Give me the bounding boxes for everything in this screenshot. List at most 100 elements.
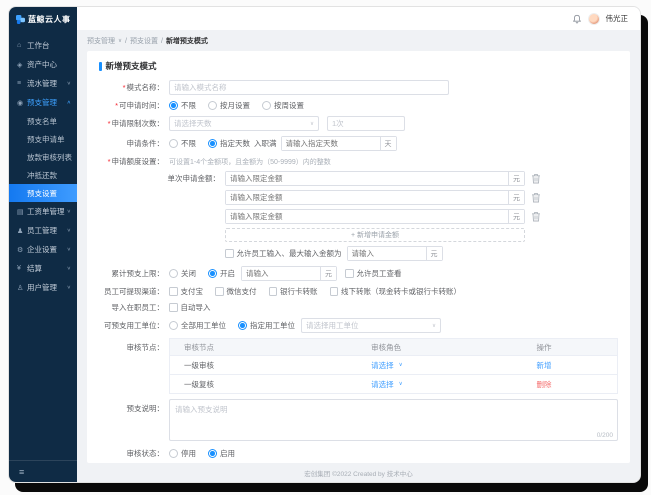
radio-icon[interactable] xyxy=(169,321,178,330)
channel-alipay-checkbox[interactable]: 支付宝 xyxy=(169,286,203,297)
radio-no-limit[interactable]: 不限 xyxy=(169,100,196,111)
notification-bell-icon[interactable] xyxy=(572,14,582,24)
radio-icon[interactable] xyxy=(208,101,217,110)
radio-icon[interactable] xyxy=(169,101,178,110)
radio-icon[interactable] xyxy=(208,449,217,458)
work-unit-select[interactable]: 请选择用工单位 ∨ xyxy=(301,318,441,333)
checkbox-icon[interactable] xyxy=(169,303,178,312)
sidebar-item-user-management[interactable]: ♙ 用户管理 ∨ xyxy=(9,278,77,297)
asset-icon: ◈ xyxy=(17,61,23,69)
channel-offline-checkbox[interactable]: 线下转账（现金转卡或银行卡转账） xyxy=(329,286,461,297)
breadcrumb-item[interactable]: 预支设置 xyxy=(130,36,158,46)
advance-note-textarea[interactable] xyxy=(169,399,618,441)
settlement-icon: ¥ xyxy=(17,265,21,272)
checkbox-icon[interactable] xyxy=(215,287,224,296)
checkbox-icon[interactable] xyxy=(225,249,234,258)
sidebar-item-payslip-management[interactable]: ▤ 工资单管理 ∨ xyxy=(9,202,77,221)
username[interactable]: 伟光正 xyxy=(606,13,629,24)
specified-days-input[interactable] xyxy=(281,137,380,150)
role-select[interactable]: 请选择 ∨ xyxy=(371,360,403,371)
channel-bankcard-checkbox[interactable]: 银行卡转账 xyxy=(268,286,318,297)
sidebar-footer: ≡ xyxy=(9,460,77,482)
channel-wechat-checkbox[interactable]: 微信支付 xyxy=(215,286,257,297)
sidebar-menu: ⌂ 工作台 ◈ 资产中心 ≡ 流水管理 ∨ ◉ 预支管理 ∧ 预支名单 预支申请… xyxy=(9,32,77,460)
delete-amount-button[interactable] xyxy=(531,192,541,203)
checkbox-icon[interactable] xyxy=(345,269,354,278)
max-amount-input[interactable] xyxy=(347,247,426,260)
delete-amount-button[interactable] xyxy=(531,211,541,222)
chevron-up-icon: ∧ xyxy=(66,100,71,106)
amount-input-group: 元 xyxy=(225,171,525,186)
add-amount-button[interactable]: + 新增申请金额 xyxy=(225,228,525,242)
amount-input-1[interactable] xyxy=(226,172,508,185)
sidebar-subitem-advance-application[interactable]: 预支申请单 xyxy=(9,130,77,148)
whale-logo-icon xyxy=(16,15,25,24)
radio-off[interactable]: 关闭 xyxy=(169,268,196,279)
radio-icon[interactable] xyxy=(208,269,217,278)
days-select[interactable]: 请选择天数 ∨ xyxy=(169,116,319,131)
sidebar-item-label: 员工管理 xyxy=(27,226,57,235)
delete-node-link[interactable]: 删除 xyxy=(537,380,552,389)
sidebar-subitem-label: 预支设置 xyxy=(27,188,57,198)
user-icon: ♙ xyxy=(17,284,24,292)
field-label: 导入在职员工： xyxy=(111,303,165,312)
radio-icon[interactable] xyxy=(169,449,178,458)
radio-on[interactable]: 开启 xyxy=(208,268,235,279)
delete-amount-button[interactable] xyxy=(531,173,541,184)
form-row-approval-nodes: 审核节点： 审核节点 审核角色 操作 一级审核 请选择 ∨ 新增 一级复核 请选… xyxy=(99,338,618,394)
radio-icon[interactable] xyxy=(169,139,178,148)
radio-no-limit[interactable]: 不限 xyxy=(169,138,196,149)
sidebar-subitem-advance-settings[interactable]: 预支设置 xyxy=(9,184,77,202)
allow-employee-input-checkbox[interactable]: 允许员工输入、最大输入金额为 xyxy=(225,248,342,259)
count-input[interactable] xyxy=(327,116,405,131)
breadcrumb-item[interactable]: 预支管理 xyxy=(87,36,115,46)
sidebar-subitem-loan-review-list[interactable]: 放款审核列表 xyxy=(9,148,77,166)
logo[interactable]: 蓝鲸云人事 xyxy=(9,7,77,32)
radio-monthly[interactable]: 按月设置 xyxy=(208,100,250,111)
sidebar-item-settlement[interactable]: ¥ 结算 ∨ xyxy=(9,259,77,278)
amount-input-group: 元 xyxy=(225,209,525,224)
cumulative-limit-input[interactable] xyxy=(242,267,320,280)
sidebar-item-employee-management[interactable]: ♟ 员工管理 ∨ xyxy=(9,221,77,240)
mode-name-input[interactable] xyxy=(169,80,449,95)
role-select[interactable]: 请选择 ∨ xyxy=(371,379,403,390)
radio-icon[interactable] xyxy=(238,321,247,330)
radio-icon[interactable] xyxy=(262,101,271,110)
radio-enabled[interactable]: 启用 xyxy=(208,448,235,459)
advance-icon: ◉ xyxy=(17,99,24,107)
avatar[interactable] xyxy=(587,12,600,25)
sidebar-item-advance-management[interactable]: ◉ 预支管理 ∧ xyxy=(9,93,77,112)
sidebar-subitem-offset-repayment[interactable]: 冲抵还款 xyxy=(9,166,77,184)
breadcrumb-separator: / xyxy=(125,37,127,45)
radio-specified-units[interactable]: 指定用工单位 xyxy=(238,320,295,331)
radio-icon[interactable] xyxy=(169,269,178,278)
radio-weekly[interactable]: 按周设置 xyxy=(262,100,304,111)
flow-icon: ≡ xyxy=(17,80,22,87)
card-title: 新增预支模式 xyxy=(99,60,618,72)
collapse-menu-icon[interactable]: ≡ xyxy=(19,467,24,477)
breadcrumb-current: 新增预支模式 xyxy=(165,38,208,45)
radio-icon[interactable] xyxy=(208,139,217,148)
checkbox-icon[interactable] xyxy=(329,287,338,296)
sidebar-item-asset-center[interactable]: ◈ 资产中心 xyxy=(9,55,77,74)
radio-specified-days[interactable]: 指定天数 xyxy=(208,138,250,149)
field-label: 审核节点： xyxy=(126,343,165,352)
allow-view-checkbox[interactable]: 允许员工查看 xyxy=(345,268,402,279)
sidebar-item-flow-management[interactable]: ≡ 流水管理 ∨ xyxy=(9,74,77,93)
sidebar-item-company-settings[interactable]: ⚙ 企业设置 ∨ xyxy=(9,240,77,259)
add-node-link[interactable]: 新增 xyxy=(537,361,552,370)
amount-input-2[interactable] xyxy=(226,191,508,204)
amount-input-3[interactable] xyxy=(226,210,508,223)
unit-suffix: 元 xyxy=(425,247,442,260)
sidebar-subitem-advance-list[interactable]: 预支名单 xyxy=(9,112,77,130)
auto-import-checkbox[interactable]: 自动导入 xyxy=(169,302,211,313)
form-row-withdraw-channels: 员工可提现渠道： 支付宝 微信支付 银行卡转账 线下转账（现金转卡或银行卡转账） xyxy=(99,286,618,297)
field-label: 预支说明： xyxy=(126,404,165,413)
radio-disabled[interactable]: 停用 xyxy=(169,448,196,459)
radio-all-units[interactable]: 全部用工单位 xyxy=(169,320,226,331)
sidebar-item-label: 工作台 xyxy=(27,41,50,50)
sidebar-item-workbench[interactable]: ⌂ 工作台 xyxy=(9,36,77,55)
checkbox-icon[interactable] xyxy=(268,287,277,296)
checkbox-icon[interactable] xyxy=(169,287,178,296)
form-row-amount-1: 单次申请金额： 元 xyxy=(99,171,618,186)
